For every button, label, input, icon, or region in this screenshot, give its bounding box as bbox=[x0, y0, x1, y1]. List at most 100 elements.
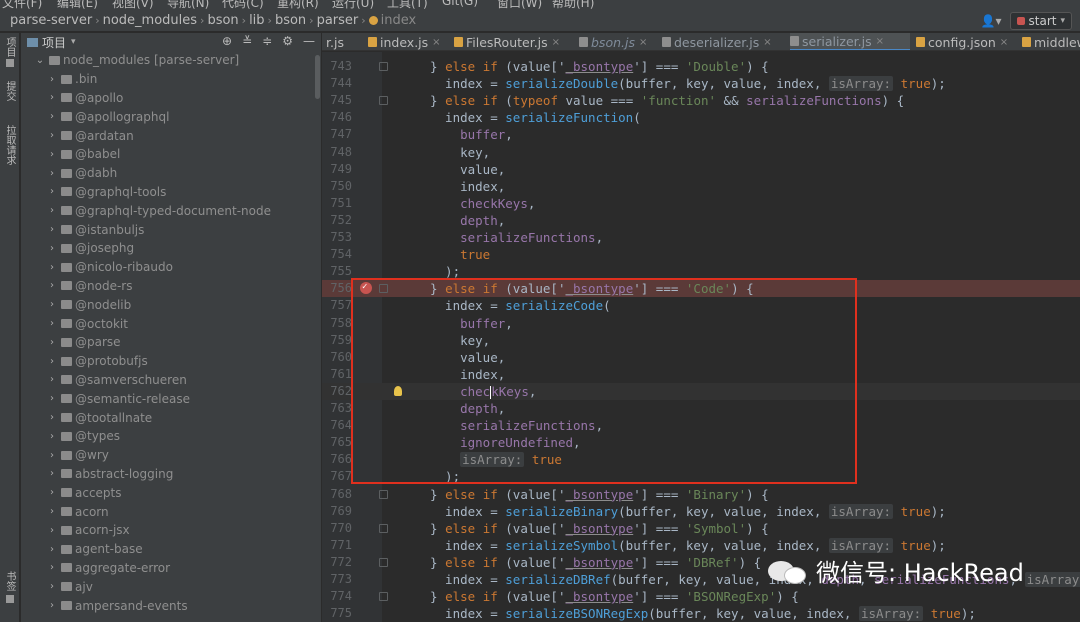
breadcrumb-item[interactable]: bson bbox=[275, 13, 306, 28]
chevron-right-icon[interactable]: › bbox=[47, 468, 57, 479]
project-tool-tab[interactable]: 项目 bbox=[4, 37, 15, 57]
chevron-right-icon[interactable]: › bbox=[47, 450, 57, 461]
tree-item[interactable]: › ampersand-events bbox=[21, 596, 321, 615]
lightbulb-icon[interactable] bbox=[394, 385, 402, 396]
code-line[interactable]: 749 value, bbox=[322, 161, 1080, 178]
tree-item[interactable]: › agent-base bbox=[21, 540, 321, 559]
fold-icon[interactable] bbox=[379, 62, 388, 71]
close-icon[interactable]: × bbox=[639, 37, 647, 48]
code-line[interactable]: 774} else if (value['_bsontype'] === 'BS… bbox=[322, 588, 1080, 605]
menu-item[interactable]: 工具(T) bbox=[387, 0, 428, 10]
chevron-right-icon[interactable]: › bbox=[47, 337, 57, 348]
tree-item[interactable]: › @babel bbox=[21, 145, 321, 164]
expand-all-icon[interactable]: ≚ bbox=[242, 34, 252, 48]
commit-tool-tab[interactable]: 提交 bbox=[4, 81, 15, 101]
code-line[interactable]: 752 depth, bbox=[322, 212, 1080, 229]
tree-item[interactable]: › @node-rs bbox=[21, 277, 321, 296]
menu-item[interactable]: 文件(F) bbox=[2, 0, 42, 10]
tree-root-node_modules[interactable]: ⌄ node_modules [parse-server] bbox=[21, 51, 321, 70]
tree-item[interactable]: › @types bbox=[21, 427, 321, 446]
menu-item[interactable]: 运行(U) bbox=[332, 0, 374, 10]
code-line[interactable]: 764 serializeFunctions, bbox=[322, 417, 1080, 434]
menu-item[interactable]: 代码(C) bbox=[222, 0, 264, 10]
tree-item[interactable]: › @josephg bbox=[21, 239, 321, 258]
tree-item[interactable]: › @samverschueren bbox=[21, 371, 321, 390]
chevron-right-icon[interactable]: › bbox=[47, 544, 57, 555]
code-line[interactable]: 763 depth, bbox=[322, 400, 1080, 417]
menu-item[interactable]: 视图(V) bbox=[112, 0, 154, 10]
chevron-right-icon[interactable]: › bbox=[47, 487, 57, 498]
tree-item[interactable]: › @semantic-release bbox=[21, 389, 321, 408]
code-line[interactable]: 750 index, bbox=[322, 178, 1080, 195]
chevron-right-icon[interactable]: › bbox=[47, 299, 57, 310]
breadcrumb-item[interactable]: parser bbox=[317, 13, 359, 28]
tree-item[interactable]: › ajv bbox=[21, 577, 321, 596]
chevron-right-icon[interactable]: › bbox=[47, 186, 57, 197]
chevron-right-icon[interactable]: › bbox=[47, 600, 57, 611]
code-line[interactable]: 771 index = serializeSymbol(buffer, key,… bbox=[322, 537, 1080, 554]
code-editor[interactable]: 743} else if (value['_bsontype'] === 'Do… bbox=[322, 52, 1080, 622]
run-configuration-select[interactable]: start ▾ bbox=[1009, 12, 1072, 30]
code-line[interactable]: 766 isArray: true bbox=[322, 451, 1080, 468]
tree-item[interactable]: › accepts bbox=[21, 483, 321, 502]
chevron-right-icon[interactable]: › bbox=[47, 74, 57, 85]
chevron-down-icon[interactable]: ▾ bbox=[71, 37, 76, 47]
breadcrumb-item-current[interactable]: index bbox=[381, 13, 417, 28]
code-line[interactable]: 759 key, bbox=[322, 332, 1080, 349]
tab-config-json[interactable]: config.json × bbox=[916, 33, 1008, 50]
user-icon[interactable]: 👤▾ bbox=[981, 14, 1002, 28]
tab-index-js[interactable]: index.js × bbox=[368, 33, 441, 50]
tree-item[interactable]: › @graphql-tools bbox=[21, 183, 321, 202]
chevron-right-icon[interactable]: › bbox=[47, 374, 57, 385]
bookmarks-tool-tab[interactable]: 书签 bbox=[4, 571, 15, 591]
tree-item[interactable]: › @octokit bbox=[21, 314, 321, 333]
chevron-right-icon[interactable]: › bbox=[47, 149, 57, 160]
tree-item[interactable]: › .bin bbox=[21, 70, 321, 89]
fold-icon[interactable] bbox=[379, 557, 388, 567]
code-line[interactable]: 748 key, bbox=[322, 144, 1080, 161]
minimize-icon[interactable]: — bbox=[303, 34, 315, 48]
tree-item[interactable]: › abstract-logging bbox=[21, 465, 321, 484]
fold-icon[interactable] bbox=[379, 523, 388, 533]
close-icon[interactable]: × bbox=[432, 37, 440, 48]
tree-item[interactable]: › @graphql-typed-document-node bbox=[21, 201, 321, 220]
code-line[interactable]: 768} else if (value['_bsontype'] === 'Bi… bbox=[322, 486, 1080, 503]
tree-item[interactable]: › @apollographql bbox=[21, 107, 321, 126]
chevron-right-icon[interactable]: › bbox=[47, 205, 57, 216]
tab-bson-js[interactable]: bson.js × bbox=[579, 33, 647, 50]
fold-icon[interactable] bbox=[379, 592, 388, 602]
chevron-right-icon[interactable]: › bbox=[47, 168, 57, 179]
tab-r-js[interactable]: r.js bbox=[326, 33, 344, 50]
code-line[interactable]: 770} else if (value['_bsontype'] === 'Sy… bbox=[322, 520, 1080, 537]
code-line[interactable]: 755 ); bbox=[322, 263, 1080, 280]
code-line[interactable]: 745} else if (typeof value === 'function… bbox=[322, 92, 1080, 109]
gear-icon[interactable]: ⚙ bbox=[282, 34, 293, 48]
chevron-right-icon[interactable]: › bbox=[47, 525, 57, 536]
tree-item[interactable]: › @nicolo-ribaudo bbox=[21, 258, 321, 277]
fold-icon[interactable] bbox=[379, 96, 388, 106]
tree-item[interactable]: › @parse bbox=[21, 333, 321, 352]
tree-item[interactable]: › @wry bbox=[21, 446, 321, 465]
close-icon[interactable]: × bbox=[552, 37, 560, 48]
tab-middleware[interactable]: middlew bbox=[1022, 33, 1080, 50]
code-line[interactable]: 751 checkKeys, bbox=[322, 195, 1080, 212]
code-line[interactable]: 744 index = serializeDouble(buffer, key,… bbox=[322, 75, 1080, 92]
code-line[interactable]: 775 index = serializeBSONRegExp(buffer, … bbox=[322, 605, 1080, 622]
tree-item[interactable]: › @tootallnate bbox=[21, 408, 321, 427]
menu-item[interactable]: 编辑(E) bbox=[57, 0, 98, 10]
chevron-right-icon[interactable]: › bbox=[47, 224, 57, 235]
chevron-right-icon[interactable]: › bbox=[47, 130, 57, 141]
close-icon[interactable]: × bbox=[1000, 37, 1008, 48]
chevron-right-icon[interactable]: › bbox=[47, 412, 57, 423]
code-line[interactable]: 753 serializeFunctions, bbox=[322, 229, 1080, 246]
code-line[interactable]: 761 index, bbox=[322, 366, 1080, 383]
chevron-down-icon[interactable]: ⌄ bbox=[35, 55, 45, 66]
tree-item[interactable]: › @ardatan bbox=[21, 126, 321, 145]
chevron-right-icon[interactable]: › bbox=[47, 393, 57, 404]
chevron-right-icon[interactable]: › bbox=[47, 356, 57, 367]
breadcrumb-item[interactable]: parse-server bbox=[10, 13, 92, 28]
tree-item[interactable]: › @dabh bbox=[21, 164, 321, 183]
tree-item[interactable]: › @nodelib bbox=[21, 295, 321, 314]
chevron-right-icon[interactable]: › bbox=[47, 92, 57, 103]
menu-item[interactable]: 导航(N) bbox=[167, 0, 209, 10]
